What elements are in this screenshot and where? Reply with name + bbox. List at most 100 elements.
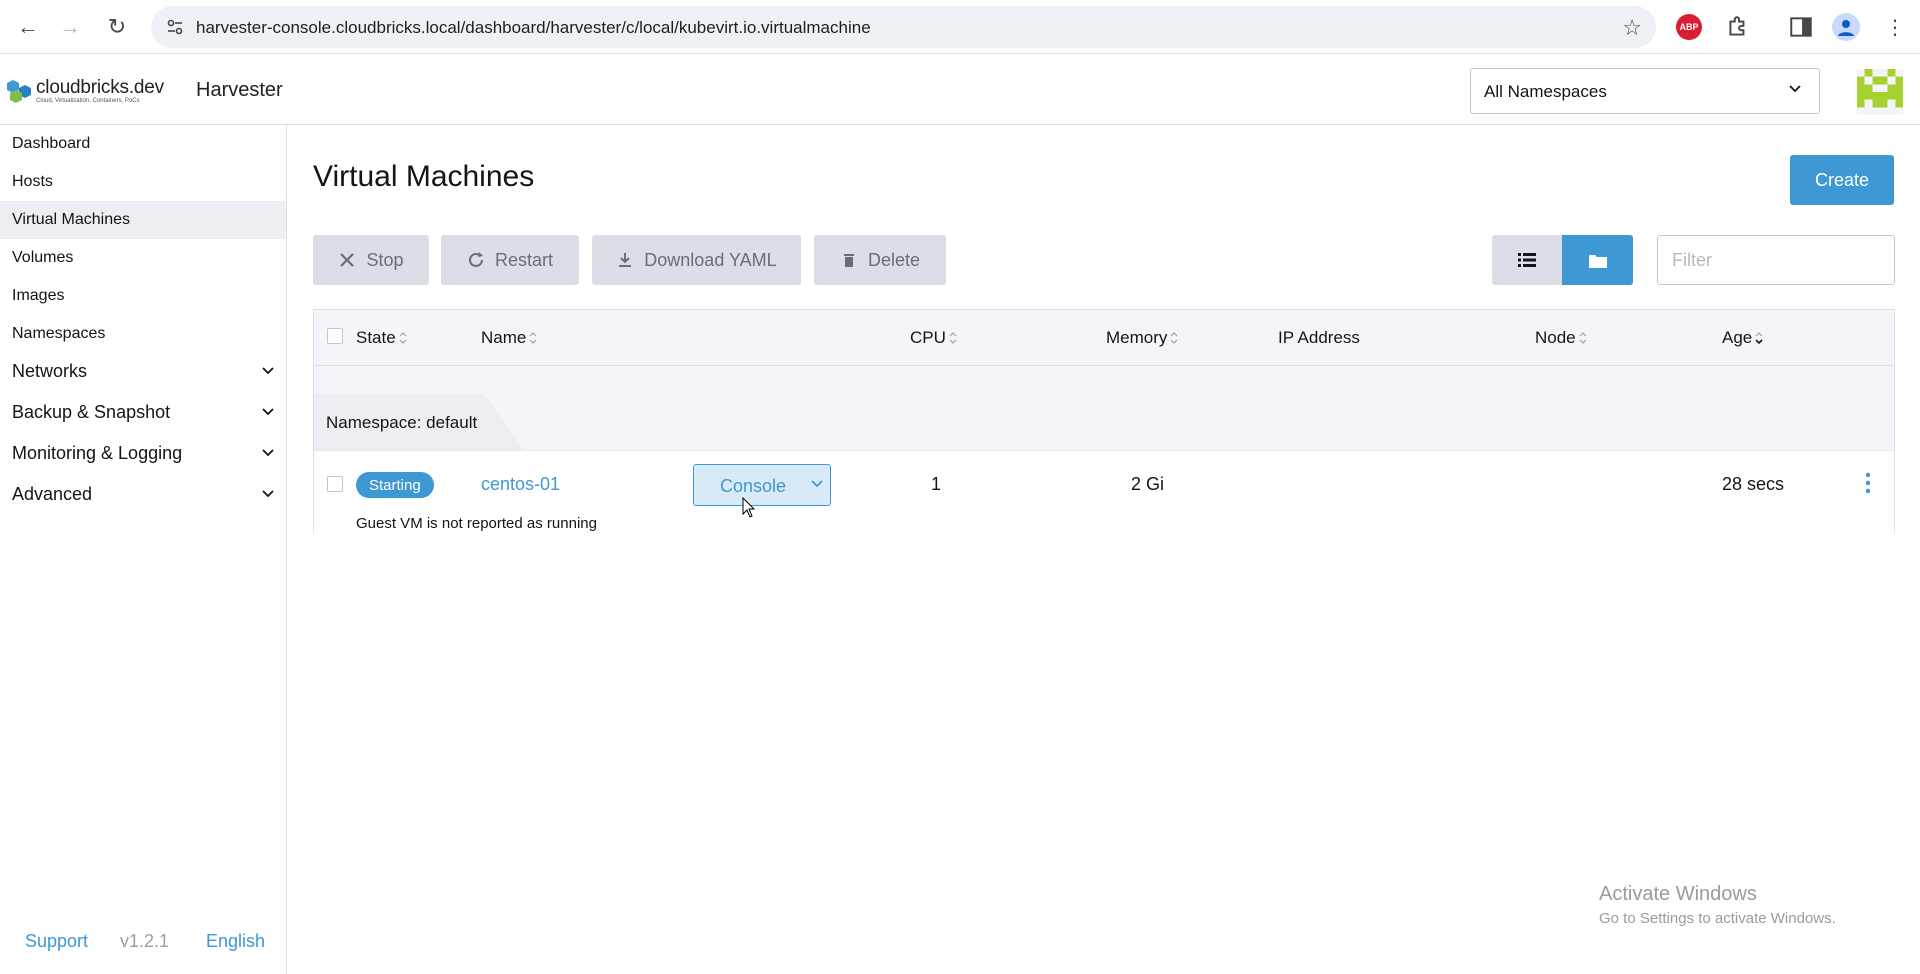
column-label: IP Address xyxy=(1278,328,1360,347)
mouse-cursor-icon xyxy=(742,497,756,518)
browser-menu-icon[interactable]: ⋮ xyxy=(1880,12,1910,42)
sidebar-item-label: Namespaces xyxy=(12,325,106,342)
sidebar-group-monitoring-logging[interactable]: Monitoring & Logging xyxy=(0,433,286,473)
cpu-cell: 1 xyxy=(931,474,942,494)
sort-icon xyxy=(1170,332,1178,344)
sidebar-item-images[interactable]: Images xyxy=(0,277,286,315)
url-text[interactable]: harvester-console.cloudbricks.local/dash… xyxy=(196,18,871,38)
vm-status-message: Guest VM is not reported as running xyxy=(356,515,597,532)
namespace-select[interactable]: All Namespaces xyxy=(1470,68,1820,114)
filter-input[interactable] xyxy=(1657,235,1895,285)
support-link[interactable]: Support xyxy=(25,931,88,952)
column-header-cpu[interactable]: CPU xyxy=(910,328,958,348)
age-cell: 28 secs xyxy=(1722,474,1785,494)
namespace-select-value: All Namespaces xyxy=(1484,82,1607,101)
console-button[interactable]: Console xyxy=(693,464,831,506)
side-panel-icon[interactable] xyxy=(1788,13,1814,41)
column-header-name[interactable]: Name xyxy=(481,328,538,348)
column-header-state[interactable]: State xyxy=(356,328,408,348)
chevron-down-icon xyxy=(262,367,274,375)
sidebar-item-volumes[interactable]: Volumes xyxy=(0,239,286,277)
forward-icon[interactable]: → xyxy=(55,12,85,42)
stop-button-label: Stop xyxy=(366,249,404,270)
vm-name-link[interactable]: centos-01 xyxy=(481,474,560,495)
column-label: Memory xyxy=(1106,328,1168,347)
group-by-namespace-toggle[interactable] xyxy=(1562,235,1633,285)
sidebar-item-label: Dashboard xyxy=(12,135,91,152)
column-label: State xyxy=(356,328,396,347)
chevron-down-icon xyxy=(262,408,274,416)
bookmark-star-icon[interactable]: ☆ xyxy=(1622,15,1642,41)
delete-button[interactable]: Delete xyxy=(814,235,946,285)
person-icon xyxy=(1838,20,1854,36)
address-bar[interactable]: harvester-console.cloudbricks.local/dash… xyxy=(151,6,1656,48)
chevron-down-icon xyxy=(262,449,274,457)
extensions-puzzle-icon[interactable] xyxy=(1725,13,1751,41)
sidebar-item-label: Virtual Machines xyxy=(12,211,130,228)
row-actions-kebab-icon[interactable] xyxy=(1864,471,1872,495)
page-title: Virtual Machines xyxy=(313,160,535,193)
row-checkbox[interactable] xyxy=(327,476,343,492)
refresh-icon xyxy=(469,252,483,267)
back-icon[interactable]: ← xyxy=(13,12,43,42)
select-all-checkbox[interactable] xyxy=(327,328,343,344)
namespace-group-row: Namespace: default xyxy=(314,366,1894,450)
restart-button[interactable]: Restart xyxy=(441,235,579,285)
folder-icon xyxy=(1588,254,1607,268)
version-label: v1.2.1 xyxy=(120,931,170,951)
column-header-ip-address: IP Address xyxy=(1278,328,1360,348)
sidebar-item-hosts[interactable]: Hosts xyxy=(0,163,286,201)
watermark-subtitle: Go to Settings to activate Windows. xyxy=(1599,910,1836,927)
site-settings-icon[interactable] xyxy=(165,17,185,37)
adblock-extension-icon[interactable]: ABP xyxy=(1676,14,1702,40)
chevron-down-icon xyxy=(1789,85,1801,93)
download-icon xyxy=(619,253,632,267)
sidebar-group-advanced[interactable]: Advanced xyxy=(0,474,286,514)
browser-toolbar: ← → ↻ harvester-console.cloudbricks.loca… xyxy=(0,0,1920,54)
brand-tagline: Cloud, Virtualization, Containers, PoCs xyxy=(36,98,140,104)
column-label: Name xyxy=(481,328,527,347)
activate-windows-watermark: Activate Windows Go to Settings to activ… xyxy=(1599,883,1836,927)
create-button[interactable]: Create xyxy=(1790,155,1894,205)
column-header-memory[interactable]: Memory xyxy=(1106,328,1179,348)
stop-button[interactable]: Stop xyxy=(313,235,429,285)
sidebar-item-dashboard[interactable]: Dashboard xyxy=(0,125,286,163)
column-label: Node xyxy=(1535,328,1576,347)
list-view-toggle[interactable] xyxy=(1492,235,1562,285)
sidebar-group-networks[interactable]: Networks xyxy=(0,351,286,391)
restart-button-label: Restart xyxy=(494,249,554,270)
table-header: State Name CPU Memory IP Address Node Ag… xyxy=(314,310,1894,366)
console-button-label: Console xyxy=(720,476,787,496)
chevron-down-icon xyxy=(262,490,274,498)
sort-icon xyxy=(529,332,537,344)
reload-icon[interactable]: ↻ xyxy=(102,12,132,42)
table-row: Starting centos-01 Console 1 2 Gi 28 sec… xyxy=(314,450,1894,534)
sidebar-group-label: Backup & Snapshot xyxy=(12,401,171,422)
column-label: Age xyxy=(1722,328,1753,347)
download-yaml-button[interactable]: Download YAML xyxy=(592,235,801,285)
brand-logo[interactable]: cloudbricks.dev Cloud, Virtualization, C… xyxy=(6,75,166,109)
language-link[interactable]: English xyxy=(206,931,265,952)
chrome-profile-avatar[interactable] xyxy=(1832,13,1860,41)
delete-button-label: Delete xyxy=(867,249,921,270)
sidebar-item-label: Volumes xyxy=(12,249,74,266)
close-icon xyxy=(340,253,355,267)
namespace-name: default xyxy=(426,413,478,432)
user-avatar[interactable] xyxy=(1857,69,1903,115)
chevron-down-icon[interactable] xyxy=(810,477,824,491)
sidebar-item-namespaces[interactable]: Namespaces xyxy=(0,315,286,353)
app-header: cloudbricks.dev Cloud, Virtualization, C… xyxy=(0,55,1920,125)
sidebar-group-label: Networks xyxy=(12,360,88,381)
sidebar-item-virtual-machines[interactable]: Virtual Machines xyxy=(0,201,286,239)
product-name: Harvester xyxy=(196,79,283,101)
download-yaml-button-label: Download YAML xyxy=(644,249,777,270)
column-header-age[interactable]: Age xyxy=(1722,328,1764,348)
column-header-node[interactable]: Node xyxy=(1535,328,1588,348)
sidebar-group-label: Advanced xyxy=(12,483,93,504)
sidebar-group-label: Monitoring & Logging xyxy=(12,442,183,463)
sidebar-item-label: Hosts xyxy=(12,173,53,190)
sidebar-group-backup-snapshot[interactable]: Backup & Snapshot xyxy=(0,392,286,432)
sort-icon xyxy=(1579,332,1587,344)
namespace-group-label: Namespace: default xyxy=(326,413,477,433)
trash-icon xyxy=(843,254,854,267)
